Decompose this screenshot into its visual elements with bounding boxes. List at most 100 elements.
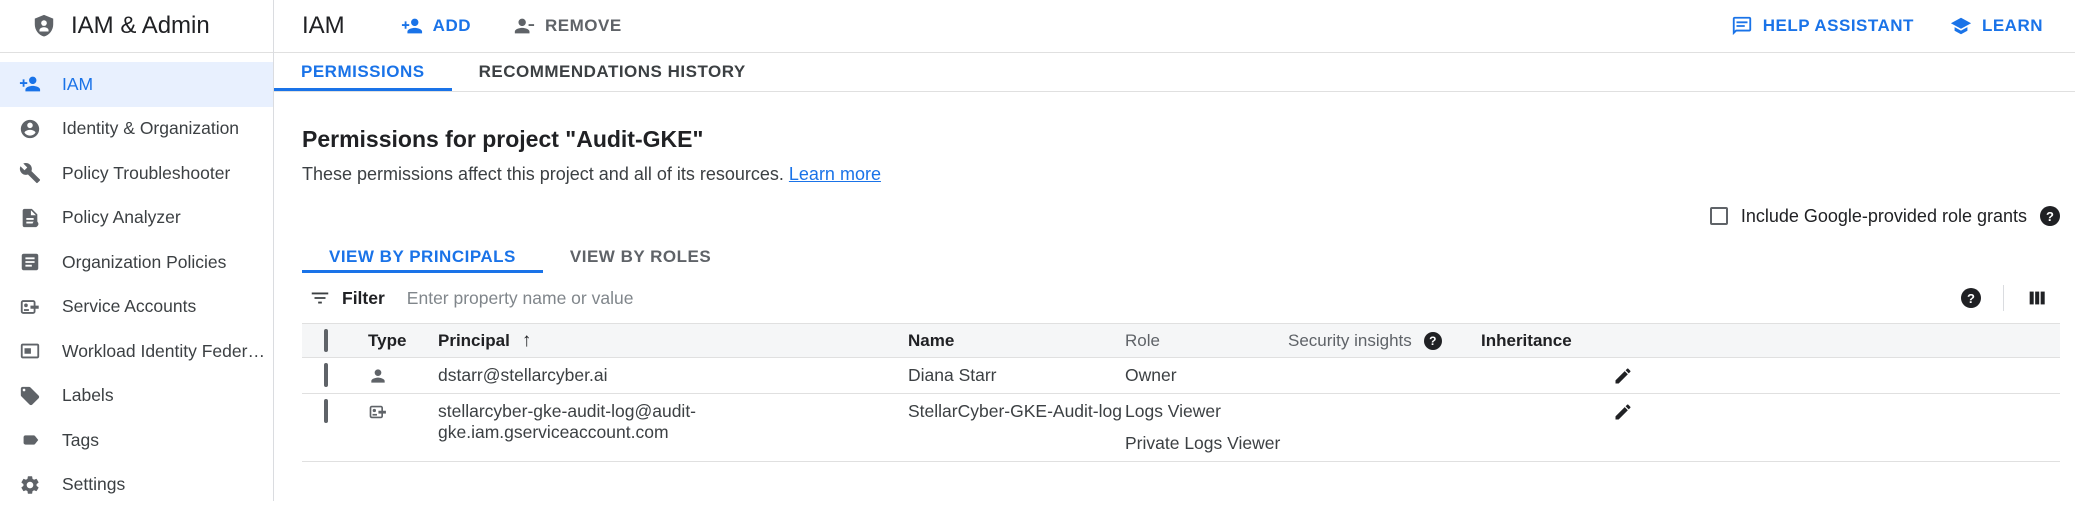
tab-recommendations-history[interactable]: RECOMMENDATIONS HISTORY: [452, 53, 773, 91]
service-account-icon: [19, 296, 41, 318]
help-icon[interactable]: ?: [1424, 332, 1442, 350]
help-assistant-label: HELP ASSISTANT: [1763, 16, 1914, 36]
sidebar-item-service-accounts[interactable]: Service Accounts: [0, 285, 273, 330]
edit-principal-button[interactable]: [1613, 358, 2060, 393]
person-remove-icon: [513, 15, 535, 37]
tab-view-by-roles[interactable]: VIEW BY ROLES: [543, 241, 738, 273]
remove-button[interactable]: REMOVE: [513, 15, 622, 37]
help-icon[interactable]: ?: [2040, 206, 2060, 226]
remove-button-label: REMOVE: [545, 16, 622, 36]
add-button[interactable]: ADD: [401, 15, 471, 37]
learn-more-link[interactable]: Learn more: [789, 164, 881, 184]
include-google-roles-label: Include Google-provided role grants: [1741, 206, 2027, 227]
sidebar-item-labels[interactable]: Labels: [0, 374, 273, 419]
sidebar-item-tags[interactable]: Tags: [0, 418, 273, 463]
subtitle-text: These permissions affect this project an…: [302, 164, 784, 184]
column-header-name: Name: [908, 331, 1125, 351]
sidebar-item-iam[interactable]: IAM: [0, 62, 273, 107]
sidebar-header: IAM & Admin: [0, 0, 273, 53]
table-row: dstarr@stellarcyber.ai Diana Starr Owner: [302, 358, 2060, 394]
table-header-row: Type Principal ↑ Name Role Security insi…: [302, 323, 2060, 358]
page-title: Permissions for project "Audit-GKE": [302, 126, 2060, 153]
help-icon[interactable]: ?: [1961, 288, 1981, 308]
wrench-icon: [19, 162, 41, 184]
tab-view-by-principals[interactable]: VIEW BY PRINCIPALS: [302, 241, 543, 273]
pencil-icon: [1613, 366, 1633, 386]
chat-icon: [1731, 15, 1753, 37]
role-cell: Owner: [1125, 358, 1288, 393]
principal-cell: stellarcyber-gke-audit-log@audit-gke.iam…: [438, 394, 908, 450]
filter-label: Filter: [342, 288, 385, 309]
label-tag-icon: [19, 385, 41, 407]
name-cell: StellarCyber-GKE-Audit-log: [908, 394, 1125, 429]
security-insights-cell: [1288, 358, 1481, 372]
role-value: Private Logs Viewer: [1125, 433, 1288, 454]
tab-permissions[interactable]: PERMISSIONS: [274, 53, 452, 91]
identity-card-icon: [19, 340, 41, 362]
sidebar-item-label: IAM: [62, 74, 93, 95]
sidebar-item-policy-troubleshooter[interactable]: Policy Troubleshooter: [0, 151, 273, 196]
filter-actions: ?: [1961, 285, 2048, 311]
sidebar-item-identity-organization[interactable]: Identity & Organization: [0, 107, 273, 152]
sidebar-item-label: Policy Troubleshooter: [62, 163, 230, 184]
select-all-checkbox[interactable]: [324, 329, 328, 352]
sidebar-item-policy-analyzer[interactable]: Policy Analyzer: [0, 196, 273, 241]
sort-ascending-icon: ↑: [522, 330, 532, 352]
service-account-icon: [368, 394, 438, 429]
gear-icon: [19, 474, 41, 496]
filter-bar: Filter ?: [302, 273, 2060, 323]
inheritance-cell: [1481, 394, 1613, 408]
row-checkbox[interactable]: [324, 399, 328, 423]
shield-person-icon: [31, 13, 57, 39]
tab-label: PERMISSIONS: [301, 62, 425, 82]
column-display-icon[interactable]: [2026, 287, 2048, 309]
add-button-label: ADD: [433, 16, 471, 36]
page-header-title: IAM: [302, 12, 345, 40]
page-subtitle: These permissions affect this project an…: [302, 164, 2060, 185]
topbar-right: HELP ASSISTANT LEARN: [1731, 15, 2043, 37]
filter-icon: [309, 287, 331, 309]
learn-label: LEARN: [1982, 16, 2043, 36]
edit-principal-button[interactable]: [1613, 394, 2060, 429]
help-assistant-button[interactable]: HELP ASSISTANT: [1731, 15, 1914, 37]
column-header-principal[interactable]: Principal ↑: [438, 330, 908, 352]
role-cell: Logs Viewer Private Logs Viewer: [1125, 394, 1288, 461]
sidebar-item-settings[interactable]: Settings: [0, 463, 273, 507]
sidebar-item-label: Identity & Organization: [62, 118, 239, 139]
view-tab-label: VIEW BY PRINCIPALS: [329, 247, 516, 267]
include-google-roles-checkbox[interactable]: [1710, 207, 1728, 225]
tab-label: RECOMMENDATIONS HISTORY: [479, 62, 746, 82]
learn-button[interactable]: LEARN: [1950, 15, 2043, 37]
topbar: IAM ADD REMOVE HELP ASSISTANT LEARN: [274, 0, 2075, 53]
iam-admin-page: IAM & Admin IAM Identity & Organization …: [0, 0, 2075, 501]
sidebar-item-label: Labels: [62, 385, 114, 406]
content: Permissions for project "Audit-GKE" Thes…: [274, 92, 2075, 501]
person-add-icon: [19, 73, 41, 95]
sidebar-item-label: Workload Identity Federati…: [62, 341, 273, 362]
sidebar-title: IAM & Admin: [71, 12, 210, 40]
view-tab-label: VIEW BY ROLES: [570, 247, 711, 267]
filter-input[interactable]: [405, 287, 1961, 310]
school-icon: [1950, 15, 1972, 37]
pencil-icon: [1613, 402, 1633, 422]
sidebar-item-label: Tags: [62, 430, 99, 451]
name-cell: Diana Starr: [908, 358, 1125, 393]
vertical-divider: [2003, 285, 2004, 311]
sidebar-item-workload-identity-federation[interactable]: Workload Identity Federati…: [0, 329, 273, 374]
org-policies-list-icon: [19, 251, 41, 273]
sidebar-item-organization-policies[interactable]: Organization Policies: [0, 240, 273, 285]
identity-person-icon: [19, 118, 41, 140]
permissions-table: Type Principal ↑ Name Role Security insi…: [302, 323, 2060, 462]
security-insights-cell: [1288, 394, 1481, 408]
column-header-role: Role: [1125, 331, 1288, 351]
inheritance-cell: [1481, 358, 1613, 372]
table-row: stellarcyber-gke-audit-log@audit-gke.iam…: [302, 394, 2060, 462]
row-checkbox[interactable]: [324, 363, 328, 387]
tag-arrow-icon: [19, 429, 41, 451]
person-icon: [368, 358, 438, 393]
sidebar-item-label: Organization Policies: [62, 252, 226, 273]
sidebar-item-label: Policy Analyzer: [62, 207, 181, 228]
sidebar-item-label: Service Accounts: [62, 296, 196, 317]
role-value: Logs Viewer: [1125, 401, 1288, 422]
column-header-inheritance: Inheritance: [1481, 331, 1613, 351]
